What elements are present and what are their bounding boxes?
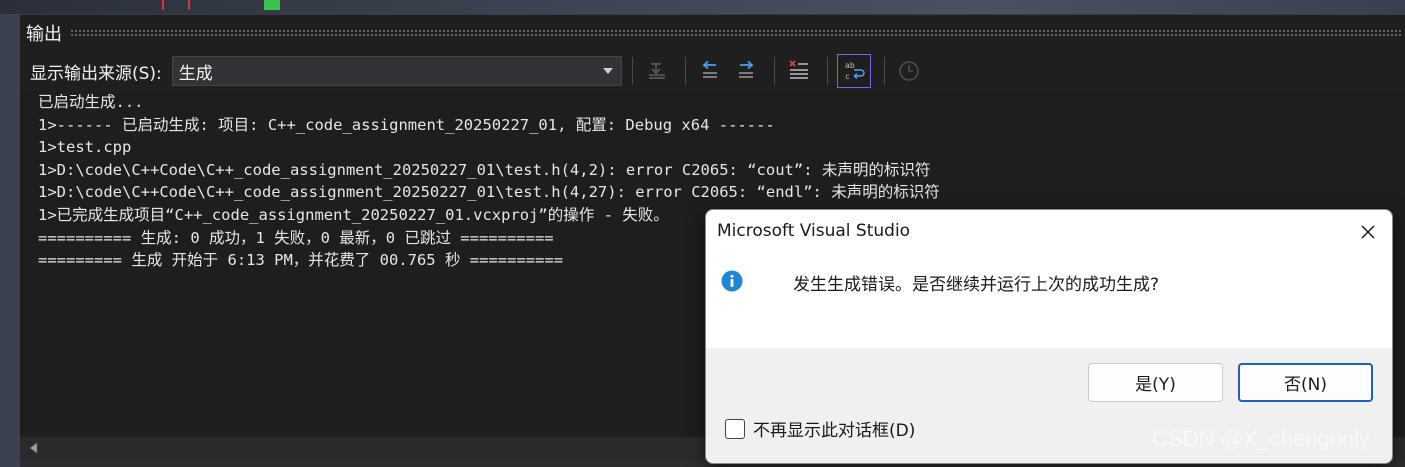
clock-icon <box>898 61 919 81</box>
editor-marker-green <box>264 0 280 10</box>
clear-all-icon <box>789 60 808 79</box>
output-line: 1>test.cpp <box>38 138 132 157</box>
output-source-dropdown[interactable]: 生成 <box>171 56 622 86</box>
next-message-button[interactable] <box>731 56 761 86</box>
editor-background-strip <box>0 0 1405 14</box>
left-edge-background <box>0 14 20 467</box>
toolbar-separator <box>684 57 686 85</box>
dont-show-again-label[interactable]: 不再显示此对话框(D) <box>753 416 915 441</box>
dialog-title: Microsoft Visual Studio <box>717 221 911 241</box>
timestamp-button[interactable] <box>894 56 924 86</box>
output-panel-header: 输出 <box>20 15 1405 51</box>
go-to-location-icon <box>648 63 665 79</box>
output-line: 已启动生成... <box>38 93 144 111</box>
yes-button[interactable]: 是(Y) <box>1088 363 1223 402</box>
toolbar-separator <box>773 57 775 85</box>
output-toolbar: 显示输出来源(S): 生成 ab c <box>20 53 1405 89</box>
dialog-message: 发生生成错误。是否继续并运行上次的成功生成? <box>793 275 1160 295</box>
toolbar-separator <box>631 57 633 85</box>
previous-message-button[interactable] <box>695 56 725 86</box>
output-line: 1>------ 已启动生成: 项目: C++_code_assignment_… <box>38 115 775 134</box>
panel-drag-grip[interactable] <box>70 29 1401 37</box>
output-line: 1>D:\code\C++Code\C++_code_assignment_20… <box>38 160 931 179</box>
info-icon <box>721 270 743 292</box>
clear-all-button[interactable] <box>784 56 814 86</box>
chevron-down-icon <box>602 68 613 74</box>
go-to-location-button[interactable] <box>642 56 672 86</box>
close-button[interactable] <box>1356 220 1380 244</box>
output-source-value: 生成 <box>178 63 213 84</box>
previous-message-icon <box>702 60 717 78</box>
toolbar-separator <box>883 57 885 85</box>
toggle-word-wrap-icon: ab c <box>845 61 865 81</box>
dont-show-again-checkbox[interactable] <box>725 418 745 439</box>
dont-show-again-row[interactable]: 不再显示此对话框(D) <box>725 416 915 441</box>
svg-text:ab: ab <box>845 61 855 70</box>
editor-marker-red <box>162 0 190 10</box>
next-message-icon <box>738 60 754 78</box>
toggle-word-wrap-button[interactable]: ab c <box>836 54 871 88</box>
output-line: 1>D:\code\C++Code\C++_code_assignment_20… <box>38 183 940 202</box>
svg-text:c: c <box>845 72 850 81</box>
watermark: CSDN @X_chengonly <box>1152 426 1370 451</box>
toolbar-separator <box>826 57 828 85</box>
scroll-left-icon[interactable] <box>30 443 37 453</box>
close-icon <box>1361 225 1375 239</box>
no-button[interactable]: 否(N) <box>1238 363 1373 402</box>
panel-title: 输出 <box>26 24 62 45</box>
source-label: 显示输出来源(S): <box>30 63 162 84</box>
